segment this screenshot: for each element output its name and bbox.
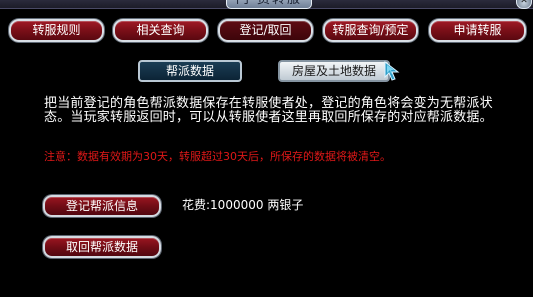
tab-transfer-query-reserve[interactable]: 转服查询/预定 — [323, 19, 418, 42]
tab-transfer-rules[interactable]: 转服规则 — [9, 19, 104, 42]
cursor-icon — [384, 60, 400, 81]
subtab-house-land-data[interactable]: 房屋及土地数据 — [278, 60, 390, 82]
tab-apply-transfer[interactable]: 申请转服 — [429, 19, 526, 42]
fee-label: 花费: — [182, 198, 211, 212]
title-bar: 门 费转服 ✕ — [0, 0, 533, 9]
fee-unit: 两银子 — [267, 198, 304, 212]
subtab-guild-data[interactable]: 帮派数据 — [138, 60, 242, 82]
tab-register-retrieve[interactable]: 登记/取回 — [218, 19, 313, 42]
tab-related-query[interactable]: 相关查询 — [113, 19, 208, 42]
fee-amount: 1000000 — [210, 198, 264, 212]
register-guild-button[interactable]: 登记帮派信息 — [43, 195, 161, 217]
main-tab-bar: 转服规则 相关查询 登记/取回 转服查询/预定 申请转服 — [0, 9, 533, 47]
description-text: 把当前登记的角色帮派数据保存在转服使者处，登记的角色将会变为无帮派状态。当玩家转… — [44, 96, 493, 125]
notice-text: 注意：数据有效期为30天，转服超过30天后，所保存的数据将被清空。 — [44, 150, 391, 163]
content-panel: 帮派数据 房屋及土地数据 把当前登记的角色帮派数据保存在转服使者处，登记的角色将… — [10, 49, 525, 295]
close-icon[interactable]: ✕ — [516, 0, 532, 9]
window-title: 门 费转服 — [226, 0, 312, 9]
retrieve-guild-button[interactable]: 取回帮派数据 — [43, 236, 161, 258]
fee-text: 花费:1000000 两银子 — [182, 197, 303, 213]
transfer-window: 门 费转服 ✕ 转服规则 相关查询 登记/取回 转服查询/预定 申请转服 帮派数… — [0, 0, 533, 297]
